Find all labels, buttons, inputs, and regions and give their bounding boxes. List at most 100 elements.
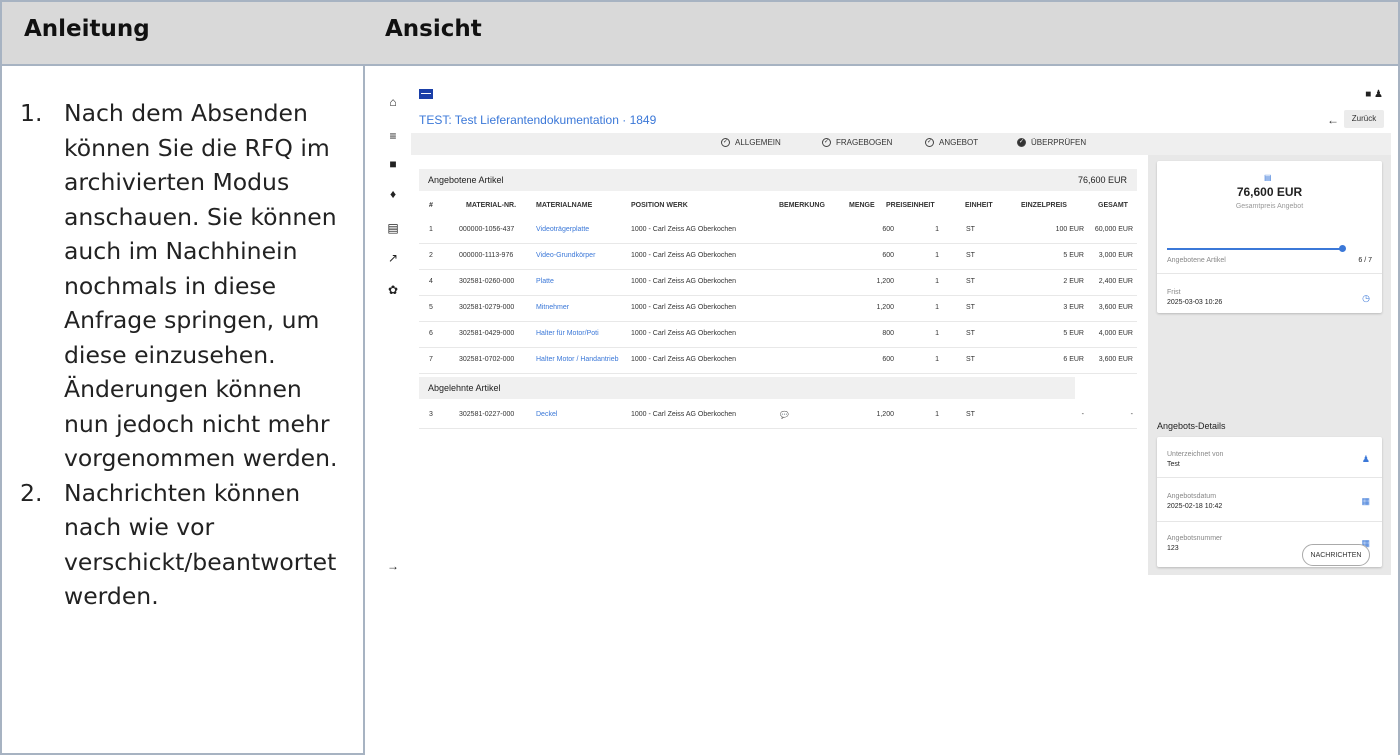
cell-ep: 3 EUR [1063,304,1084,311]
col-header: EINZELPREIS [1021,202,1067,209]
cell-name[interactable]: Deckel [536,411,557,418]
stepper-bar: ✓ ALLGEMEIN ✓ FRAGEBOGEN ✓ ANGEBOT ✓ ÜBERPRÜ… [411,133,1391,155]
step-angebot[interactable]: ✓ ANGEBOT [925,138,978,147]
cell-no: 1 [429,226,433,233]
cell-mat: 000000-1056-437 [459,226,515,233]
articles-progress-knob [1339,245,1346,252]
step-text: Nachrichten können nach wie vor verschic… [64,478,337,611]
title-row: TEST: Test Lieferantendokumentation · 18… [411,109,1391,133]
step-number: 2. [20,478,43,507]
details-title: Angebots-Details [1157,421,1226,431]
table-row[interactable]: 5 302581-0279-000 Mitnehmer 1000 - Carl Zei… [419,295,1137,322]
account-icons[interactable]: ■ ♟ [1365,89,1383,100]
check-circle-icon: ✓ [822,138,831,147]
home-icon[interactable]: ⌂ [386,95,400,109]
cell-einh: ST [966,252,975,259]
number-label: Angebotsnummer [1167,535,1223,542]
total-price: 76,600 EUR [1236,185,1303,199]
cell-ep: 6 EUR [1063,356,1084,363]
cell-einh: ST [966,278,975,285]
rfq-title[interactable]: TEST: Test Lieferantendokumentation · 18… [419,113,656,127]
rejected-header: Abgelehnte Artikel [419,377,1075,399]
summary-card: ▤ 76,600 EUR Gesamtpreis Angebot Angebot… [1157,161,1382,313]
messages-button[interactable]: NACHRICHTEN [1302,544,1370,566]
step-label: FRAGEBOGEN [836,138,893,147]
deadline-value: 2025-03-03 10:26 [1167,299,1223,306]
hand-coin-icon[interactable]: ♦ [386,187,400,201]
right-header: Ansicht [385,16,482,42]
step-allgemein[interactable]: ✓ ALLGEMEIN [721,138,781,147]
divider [1157,273,1382,274]
cell-ep: - [1081,411,1084,418]
articles-label: Angebotene Artikel [1167,257,1226,264]
offered-total: 76,600 EUR [1077,175,1127,185]
table-row[interactable]: 3 302581-0227-000 Deckel 1000 - Carl Zeiss … [419,402,1137,429]
document-icon[interactable]: ■ [386,157,400,171]
cell-preis: 1 [935,252,939,259]
person-icon: ♟ [1361,454,1370,464]
check-circle-filled-icon: ✓ [1017,138,1026,147]
cell-name[interactable]: Halter für Motor/Poti [536,330,599,337]
col-header: GESAMT [1098,202,1128,209]
instruction-step-1: 1. Nach dem Absenden können Sie die RFQ … [20,96,352,476]
table-row[interactable]: 4 302581-0260-000 Platte 1000 - Carl Zeiss … [419,269,1137,296]
cell-ep: 2 EUR [1063,278,1084,285]
hammer-icon[interactable]: ↗ [386,251,400,265]
cell-menge: 800 [882,330,894,337]
database-icon[interactable]: ≡ [386,129,400,143]
gear-icon[interactable]: ✿ [386,283,400,297]
step-fragebogen[interactable]: ✓ FRAGEBOGEN [822,138,892,147]
cell-name[interactable]: Videoträgerplatte [536,226,589,233]
cell-preis: 1 [935,330,939,337]
cell-preis: 1 [935,226,939,233]
calendar-icon: ▦ [1361,496,1370,506]
step-number: 1. [20,99,43,127]
cell-ges: 3,600 EUR [1098,356,1133,363]
cell-no: 5 [429,304,433,311]
clock-icon: ◷ [1362,293,1370,303]
cell-ges: 60,000 EUR [1094,226,1133,233]
cell-ges: 3,000 EUR [1098,252,1133,259]
step-label: ÜBERPRÜFEN [1031,138,1087,147]
cell-name[interactable]: Platte [536,278,554,285]
cell-name[interactable]: Mitnehmer [536,304,569,311]
col-header: EINHEIT [965,202,993,209]
articles-count: 6 / 7 [1358,257,1372,264]
cell-name[interactable]: Halter Motor / Handantrieb [536,356,618,363]
divider [1157,521,1382,522]
right-header-cell: Ansicht [363,0,1400,66]
col-header: PREISEINHEIT [886,202,935,209]
cell-preis: 1 [935,356,939,363]
cell-mat: 000000-1113-976 [459,252,514,259]
table-row[interactable]: 7 302581-0702-000 Halter Motor / Handantri… [419,347,1137,374]
cell-mat: 302581-0429-000 [459,330,515,337]
truck-icon[interactable]: ▤ [386,221,400,235]
cell-einh: ST [966,330,975,337]
back-arrow-icon[interactable]: ← [1327,113,1339,127]
table-row[interactable]: 6 302581-0429-000 Halter für Motor/Poti 100… [419,321,1137,348]
cell-menge: 1,200 [876,304,894,311]
step-label: ANGEBOT [939,138,979,147]
cell-name[interactable]: Video-Grundkörper [536,252,595,259]
table-row[interactable]: 1 000000-1056-437 Videoträgerplatte 1000 - … [419,217,1137,244]
cell-mat: 302581-0279-000 [459,304,515,311]
step-ueberpruefen[interactable]: ✓ ÜBERPRÜFEN [1017,138,1086,147]
cell-no: 3 [429,411,433,418]
zeiss-logo [419,89,433,99]
cell-einh: ST [966,226,975,233]
cell-ges: 2,400 EUR [1098,278,1133,285]
cell-ep: 5 EUR [1063,252,1084,259]
cell-menge: 1,200 [876,411,894,418]
table-header: # MATERIAL-NR. MATERIALNAME POSITION WER… [419,193,1137,215]
expand-arrow-icon[interactable]: → [386,559,400,573]
table-row[interactable]: 2 000000-1113-976 Video-Grundkörper 1000 - … [419,243,1137,270]
cell-pos: 1000 - Carl Zeiss AG Oberkochen [631,252,737,259]
back-button[interactable]: Zurück [1344,110,1384,128]
col-header: MENGE [849,202,875,209]
cell-menge: 1,200 [876,278,894,285]
cell-ges: 4,000 EUR [1098,330,1133,337]
signed-value: Test [1167,461,1180,468]
date-label: Angebotsdatum [1167,493,1217,500]
cell-pos: 1000 - Carl Zeiss AG Oberkochen [631,304,737,311]
nav-rail: ⌂ ≡ ■ ♦ ▤ ↗ ✿ → [371,83,411,575]
